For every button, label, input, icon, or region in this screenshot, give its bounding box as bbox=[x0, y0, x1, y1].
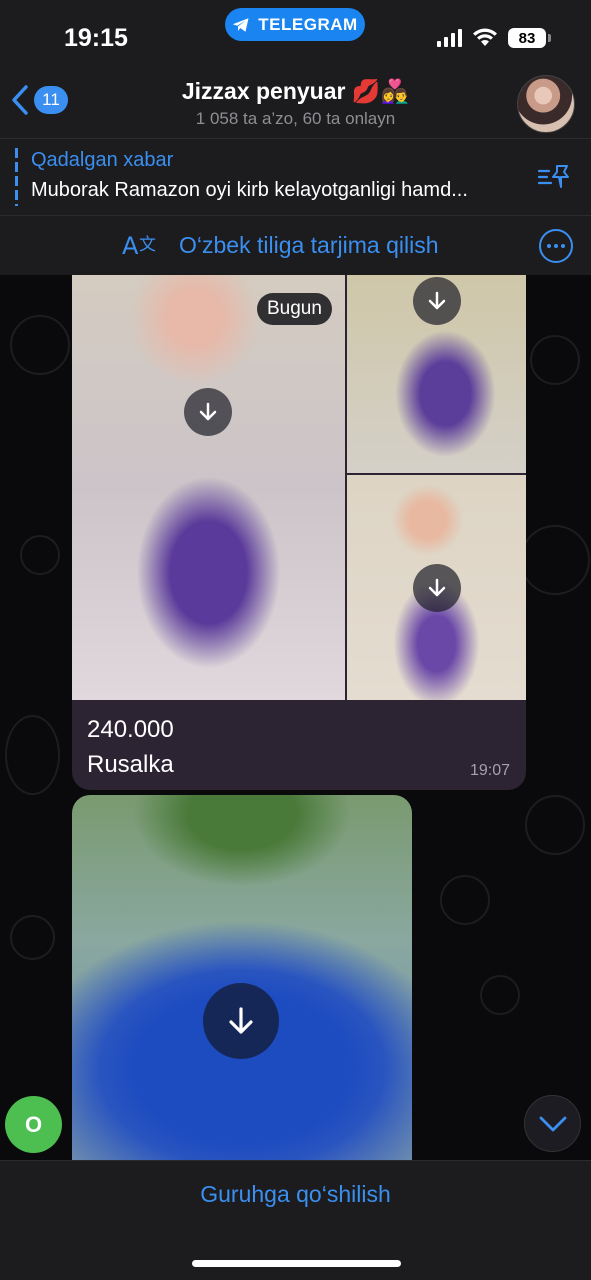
album-photo-1[interactable] bbox=[72, 275, 345, 700]
pinned-title: Qadalgan xabar bbox=[31, 149, 174, 171]
album-photo-2[interactable] bbox=[347, 275, 526, 473]
message-time: 19:07 bbox=[469, 762, 510, 779]
doodle bbox=[10, 315, 70, 375]
download-icon[interactable] bbox=[413, 564, 461, 612]
battery-cap bbox=[548, 34, 551, 42]
download-icon[interactable] bbox=[184, 388, 232, 436]
download-icon[interactable] bbox=[203, 983, 279, 1059]
status-icons: 83 bbox=[437, 28, 551, 48]
signal-icon bbox=[437, 29, 462, 47]
doodle bbox=[480, 975, 520, 1015]
chevron-left-icon bbox=[12, 85, 28, 115]
scroll-down-button[interactable] bbox=[524, 1095, 581, 1152]
doodle bbox=[20, 535, 60, 575]
chat-subtitle: 1 058 ta a’zo, 60 ta onlayn bbox=[195, 109, 396, 128]
wifi-icon bbox=[473, 28, 497, 46]
doodle bbox=[520, 525, 590, 595]
translate-button[interactable]: O‘zbek tiliga tarjima qilish bbox=[179, 232, 438, 259]
battery-indicator: 83 bbox=[508, 28, 546, 48]
doodle bbox=[10, 915, 55, 960]
join-group-button[interactable]: Guruhga qo‘shilish bbox=[0, 1181, 591, 1208]
home-indicator[interactable] bbox=[192, 1260, 401, 1267]
doodle bbox=[440, 875, 490, 925]
pinned-list-icon[interactable] bbox=[537, 163, 571, 191]
status-time: 19:15 bbox=[64, 24, 128, 52]
chat-title-area[interactable]: Jizzax penyuar 💋👩‍❤️‍👨 1 058 ta a’zo, 60… bbox=[110, 78, 481, 129]
telegram-pill[interactable]: TELEGRAM bbox=[225, 8, 365, 41]
more-options-button[interactable] bbox=[539, 229, 573, 263]
date-separator: Bugun bbox=[257, 293, 332, 325]
status-bar: 19:15 TELEGRAM 83 bbox=[0, 0, 591, 66]
caption-price: 240.000 bbox=[87, 716, 174, 743]
doodle bbox=[525, 795, 585, 855]
chevron-down-icon bbox=[539, 1116, 566, 1131]
sender-avatar[interactable]: O bbox=[5, 1096, 62, 1153]
doodle bbox=[5, 715, 60, 795]
doodle bbox=[530, 335, 580, 385]
album-message[interactable]: Bugun 240.000 Rusalka 19:07 bbox=[72, 275, 526, 790]
translate-bar: A 文 O‘zbek tiliga tarjima qilish bbox=[0, 215, 591, 275]
back-button[interactable]: 11 bbox=[10, 84, 68, 116]
chat-header: 11 Jizzax penyuar 💋👩‍❤️‍👨 1 058 ta a’zo,… bbox=[0, 66, 591, 138]
download-icon[interactable] bbox=[413, 277, 461, 325]
pinned-text: Muborak Ramazon oyi kirb kelayotganligi … bbox=[31, 179, 468, 201]
photo-message[interactable] bbox=[72, 795, 412, 1160]
caption-name: Rusalka bbox=[87, 751, 174, 778]
pinned-indicator bbox=[15, 148, 18, 206]
translate-icon: A 文 bbox=[122, 232, 156, 260]
svg-text:文: 文 bbox=[139, 235, 156, 255]
telegram-icon bbox=[233, 17, 249, 32]
bottom-bar: Guruhga qo‘shilish bbox=[0, 1160, 591, 1280]
message-caption: 240.000 Rusalka bbox=[87, 712, 174, 782]
group-avatar[interactable] bbox=[517, 75, 575, 133]
svg-text:A: A bbox=[122, 232, 139, 260]
album-photo-3[interactable] bbox=[347, 475, 526, 700]
telegram-pill-label: TELEGRAM bbox=[258, 14, 358, 34]
unread-count-badge: 11 bbox=[34, 86, 68, 114]
chat-title: Jizzax penyuar 💋👩‍❤️‍👨 bbox=[181, 78, 410, 104]
pinned-message-bar[interactable]: Qadalgan xabar Muborak Ramazon oyi kirb … bbox=[0, 138, 591, 215]
